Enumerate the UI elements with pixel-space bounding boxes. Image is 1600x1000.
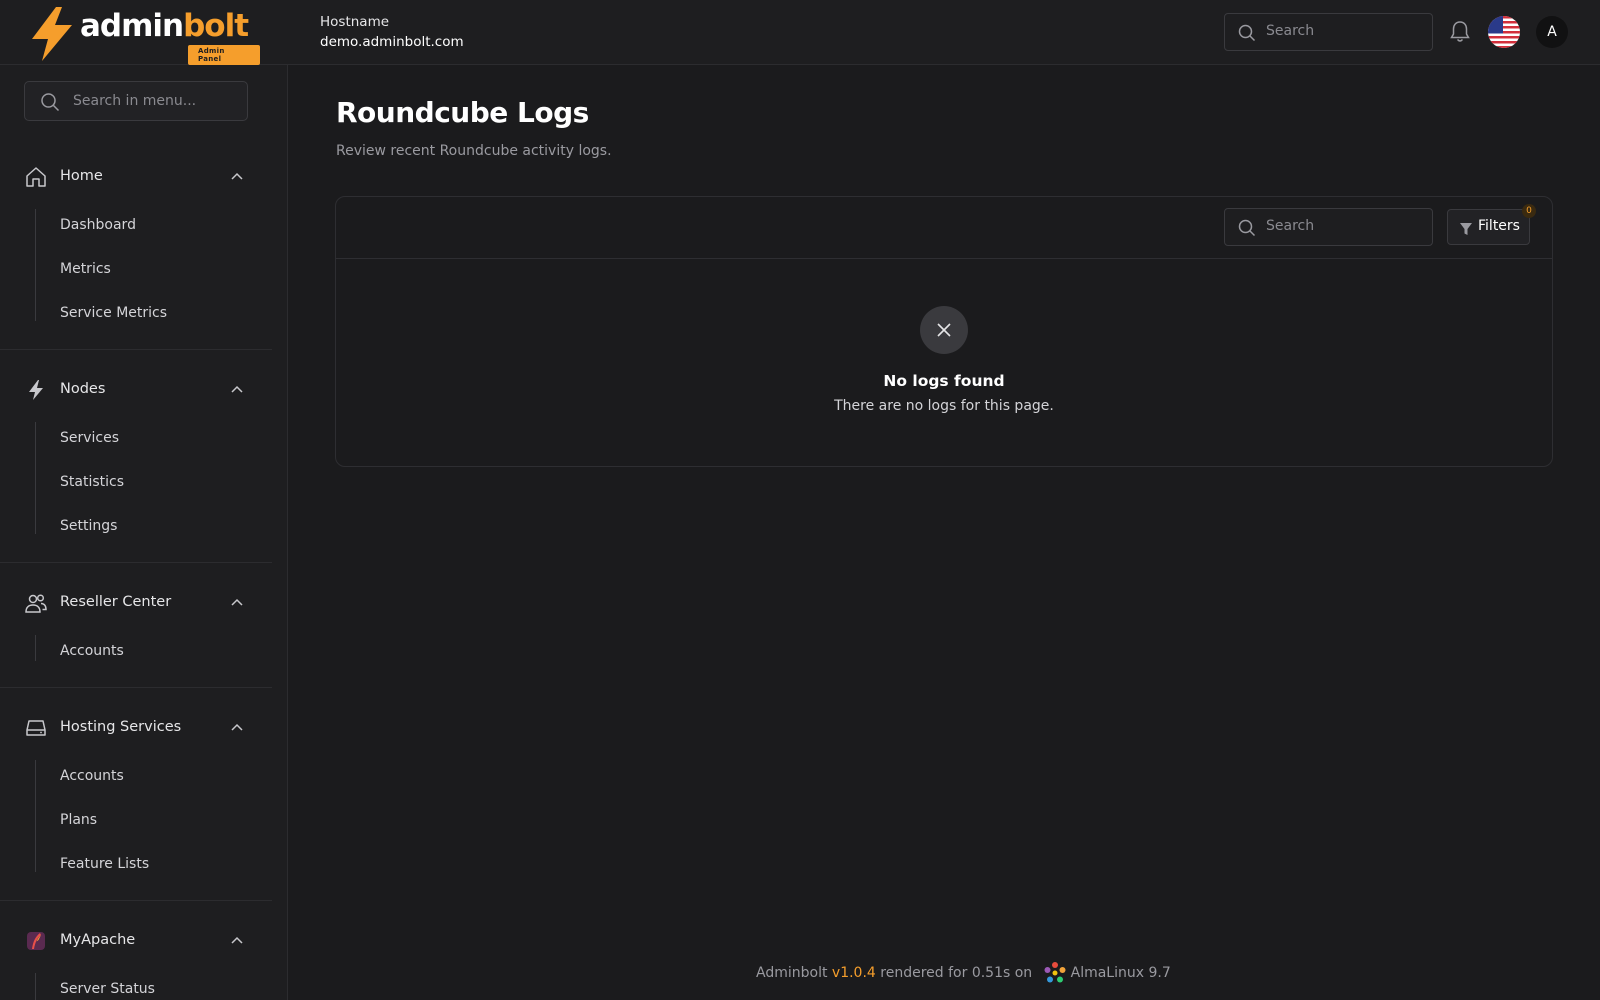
sidebar-group-hosting-header[interactable]: Hosting Services [0, 710, 272, 746]
sidebar-divider [0, 349, 272, 350]
table-search-placeholder: Search [1266, 218, 1315, 234]
search-icon [1238, 24, 1256, 42]
home-icon [26, 167, 46, 187]
sidebar-group-label: Nodes [60, 381, 106, 397]
sidebar-divider [0, 562, 272, 563]
group-tree-line [35, 209, 36, 321]
sidebar-group-nodes-header[interactable]: Nodes [0, 372, 272, 408]
hostname-label: Hostname [320, 14, 390, 30]
funnel-icon [1460, 223, 1472, 235]
menu-search-input[interactable]: Search in menu... [24, 81, 248, 121]
us-flag-icon[interactable] [1488, 16, 1520, 48]
logs-table-card: Search Filters 0 No logs found There are… [335, 196, 1553, 467]
adminbolt-logo[interactable]: adminbolt Admin Panel [30, 7, 260, 65]
sidebar-group-label: Home [60, 168, 103, 184]
sidebar-group-label: Reseller Center [60, 594, 172, 610]
footer-version[interactable]: v1.0.4 [832, 965, 876, 981]
top-header: adminbolt Admin Panel Hostname demo.admi… [0, 0, 1600, 65]
sidebar-item-plans[interactable]: Plans [60, 810, 97, 830]
chevron-up-icon [231, 723, 243, 731]
logo-text-main: admin [80, 8, 184, 44]
search-icon [41, 93, 60, 112]
sidebar-item-metrics[interactable]: Metrics [60, 259, 111, 279]
sidebar-item-dashboard[interactable]: Dashboard [60, 215, 136, 235]
filters-label: Filters [1478, 218, 1520, 234]
user-avatar[interactable]: A [1536, 16, 1568, 48]
group-tree-line [35, 760, 36, 872]
sidebar-item-hosting-accounts[interactable]: Accounts [60, 766, 124, 786]
sidebar-item-server-status[interactable]: Server Status [60, 979, 155, 999]
group-tree-line [35, 422, 36, 534]
sidebar-item-feature-lists[interactable]: Feature Lists [60, 854, 149, 874]
page-subtitle: Review recent Roundcube activity logs. [336, 143, 612, 159]
chevron-up-icon [231, 598, 243, 606]
chevron-up-icon [231, 172, 243, 180]
sidebar-group-reseller-header[interactable]: Reseller Center [0, 585, 272, 621]
filters-button[interactable]: Filters [1447, 209, 1530, 245]
footer-render-text: rendered for 0.51s on [880, 965, 1033, 981]
empty-state-subtitle: There are no logs for this page. [834, 398, 1054, 414]
footer-app-name: Adminbolt [756, 965, 828, 981]
empty-state-title: No logs found [883, 372, 1005, 390]
hostname-block: Hostname demo.adminbolt.com [320, 12, 464, 52]
sidebar-group-myapache-header[interactable]: MyApache [0, 923, 272, 959]
logo-bolt-icon [32, 7, 72, 61]
footer-os: AlmaLinux 9.7 [1070, 965, 1171, 981]
logo-badge: Admin Panel [188, 45, 260, 65]
group-tree-line [35, 635, 36, 661]
sidebar-item-settings[interactable]: Settings [60, 516, 117, 536]
server-icon [26, 720, 46, 736]
chevron-up-icon [231, 936, 243, 944]
sidebar-item-service-metrics[interactable]: Service Metrics [60, 303, 167, 323]
empty-state-icon [920, 306, 968, 354]
close-icon [937, 323, 951, 337]
apache-feather-icon [27, 932, 45, 950]
users-icon [25, 594, 47, 613]
table-toolbar: Search Filters 0 [336, 197, 1552, 259]
sidebar-group-label: Hosting Services [60, 719, 182, 735]
logo-text-accent: bolt [183, 8, 249, 44]
sidebar-divider [0, 900, 272, 901]
header-search-input[interactable]: Search [1224, 13, 1433, 51]
sidebar-item-services[interactable]: Services [60, 428, 119, 448]
sidebar-item-statistics[interactable]: Statistics [60, 472, 124, 492]
header-search-placeholder: Search [1266, 23, 1315, 39]
chevron-up-icon [231, 385, 243, 393]
bolt-icon [29, 380, 43, 400]
table-search-input[interactable]: Search [1224, 208, 1433, 246]
sidebar-divider [0, 687, 272, 688]
footer: Adminbolt v1.0.4 rendered for 0.51s on A… [756, 960, 1171, 984]
menu-search-placeholder: Search in menu... [73, 93, 197, 109]
bell-icon[interactable] [1449, 20, 1471, 44]
group-tree-line [35, 973, 36, 1000]
sidebar-group-home-header[interactable]: Home [0, 159, 272, 195]
logo-wordmark: adminbolt [80, 8, 249, 44]
search-icon [1238, 219, 1256, 237]
sidebar-group-label: MyApache [60, 932, 136, 948]
sidebar: Search in menu... Home Dashboard Metrics… [0, 65, 288, 1000]
page-title: Roundcube Logs [336, 96, 589, 129]
almalinux-logo-icon [1044, 962, 1066, 983]
hostname-value: demo.adminbolt.com [320, 34, 464, 50]
sidebar-item-reseller-accounts[interactable]: Accounts [60, 641, 124, 661]
filters-count-badge: 0 [1522, 204, 1536, 218]
